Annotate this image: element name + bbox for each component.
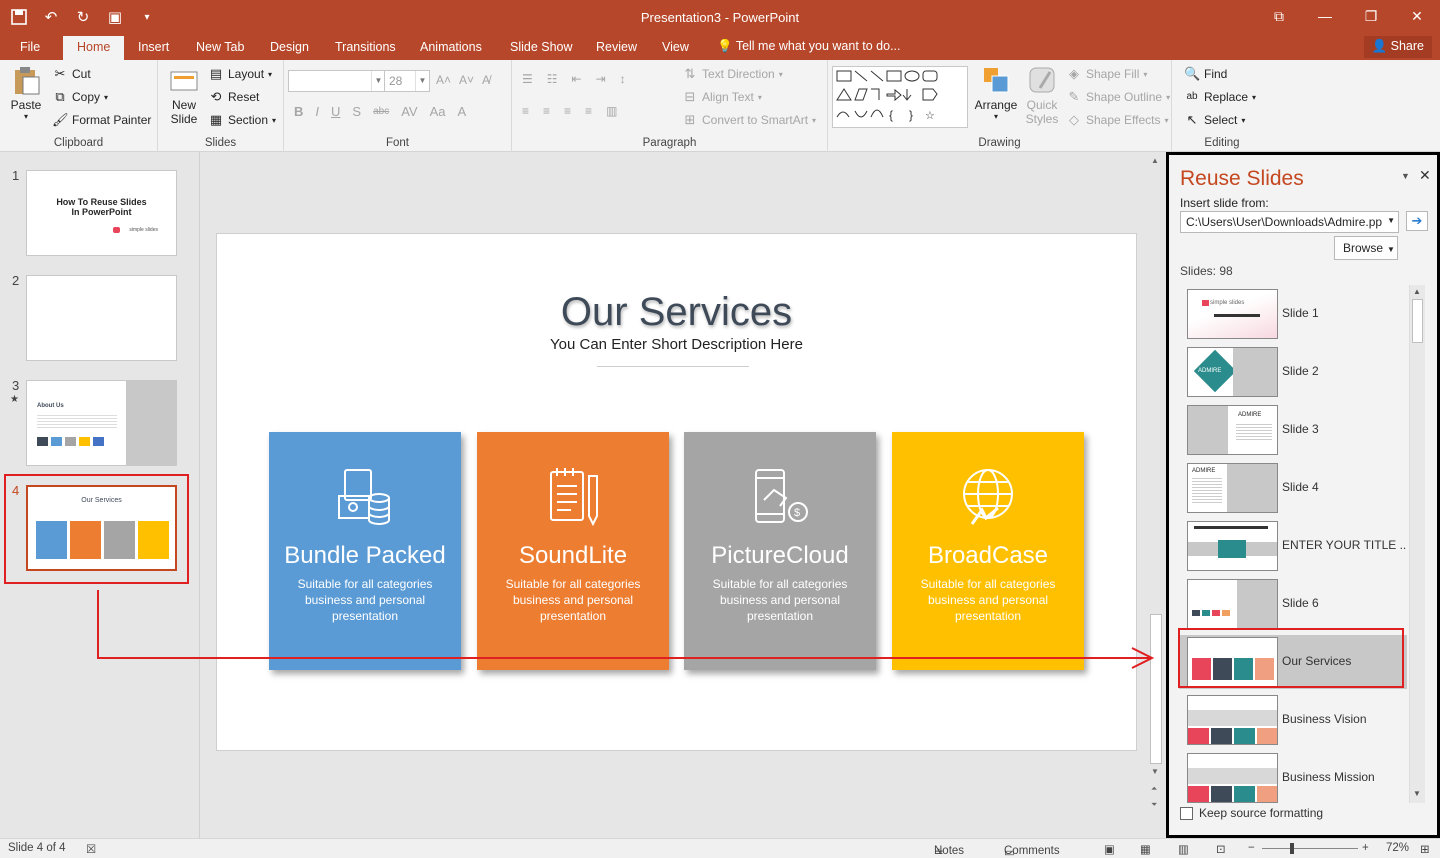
close-pane-icon[interactable]: ✕ [1419,167,1431,184]
spell-check-icon[interactable]: ☒ [86,842,96,856]
reuse-slides-pane: Reuse Slides ▼ ✕ Insert slide from: C:\U… [1166,152,1440,838]
reuse-slide-item[interactable]: ADMIRE Slide 4 [1179,461,1407,515]
zoom-slider-thumb[interactable] [1290,843,1294,854]
slide-counter: Slide 4 of 4 [8,842,66,854]
scroll-up-icon[interactable]: ▲ [1413,287,1421,296]
reuse-slide-item[interactable]: Slide 6 [1179,577,1407,631]
reuse-slide-item[interactable]: Business Vision [1179,693,1407,747]
insert-from-label: Insert slide from: [1180,196,1269,210]
slide-count: Slides: 98 [1180,264,1233,278]
reuse-slide-item[interactable]: ENTER YOUR TITLE ... [1179,519,1407,573]
scroll-down-icon[interactable]: ▼ [1413,789,1421,798]
go-arrow-button[interactable]: ➔ [1406,211,1428,231]
zoom-slider[interactable] [1262,848,1358,849]
fit-slide-icon[interactable]: ⊞ [1420,842,1430,856]
slide-sorter-icon[interactable]: ▦ [1140,842,1151,856]
status-bar: Slide 4 of 4 ☒ ≐ Notes ▭ Comments ▣ ▦ ▥ … [0,838,1440,858]
zoom-out-icon[interactable]: − [1248,842,1255,854]
keep-source-formatting-checkbox[interactable]: Keep source formatting [1180,806,1323,820]
file-path-input[interactable]: C:\Users\User\Downloads\Admire.pp ▼ [1180,211,1399,233]
browse-button[interactable]: Browse ▼ [1334,236,1398,260]
reuse-slide-item[interactable]: ADMIRE Slide 3 [1179,403,1407,457]
chevron-down-icon: ▼ [1384,216,1395,225]
reading-view-icon[interactable]: ▥ [1178,842,1189,856]
chevron-down-icon: ▼ [1387,245,1395,254]
zoom-in-icon[interactable]: + [1362,842,1369,854]
pane-options-icon[interactable]: ▼ [1401,171,1410,181]
normal-view-icon[interactable]: ▣ [1104,842,1115,856]
selected-reuse-highlight [1178,628,1404,688]
reuse-slide-item[interactable]: Business Mission [1179,751,1407,803]
reuse-list-scrollbar[interactable]: ▲ ▼ [1409,285,1425,803]
reuse-slide-list: simple slides Slide 1 ADMIRE Slide 2 ADM… [1179,285,1407,803]
reuse-slide-item[interactable]: simple slides Slide 1 [1179,287,1407,341]
arrow-right-icon: ➔ [1411,213,1423,228]
zoom-level[interactable]: 72% [1386,842,1409,854]
slideshow-view-icon[interactable]: ⊡ [1216,842,1226,856]
pane-title: Reuse Slides [1180,167,1304,190]
scroll-thumb[interactable] [1412,299,1423,343]
reuse-slide-item[interactable]: ADMIRE Slide 2 [1179,345,1407,399]
